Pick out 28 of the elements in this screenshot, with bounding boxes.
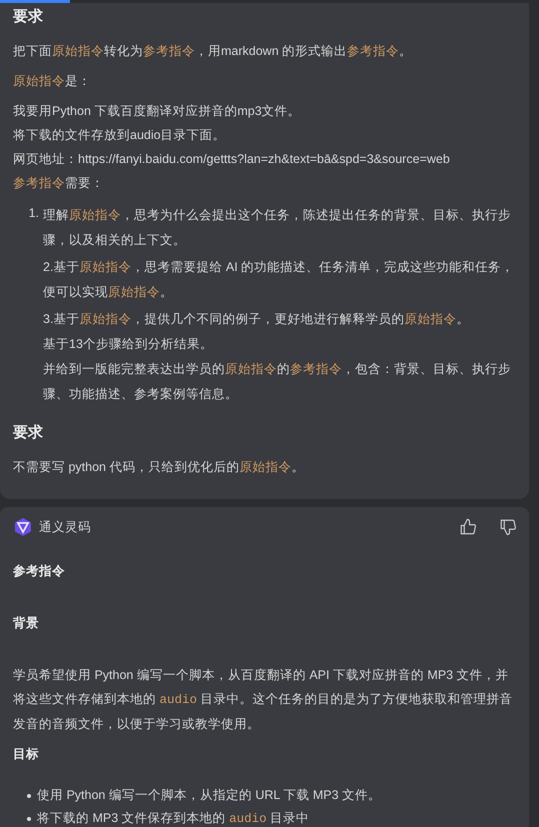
thumbs-up-icon[interactable] bbox=[459, 518, 477, 536]
paragraph: 参考指令需要： bbox=[13, 175, 105, 192]
progress-line bbox=[0, 0, 70, 3]
list-text: 使用 Python 编写一个脚本，从指定的 URL 下载 MP3 文件。 bbox=[37, 787, 381, 804]
list-text: 并给到一版能完整表达出学员的原始指令的参考指令，包含：背景、目标、执行步骤、功能描述、参考案例等信息。 bbox=[43, 361, 512, 403]
section-title: 参考指令 bbox=[13, 563, 66, 580]
assistant-name: 通义灵码 bbox=[39, 518, 91, 536]
bullet-dot bbox=[27, 817, 31, 821]
list-text: 2.基于原始指令，思考需要提给 AI 的功能描述、任务清单，完成这些功能和任务，便可以实现原始指令。 bbox=[43, 259, 516, 301]
text-line: 我要用Python 下载百度翻译对应拼音的mp3文件。 bbox=[13, 103, 302, 120]
text-line: 网页地址：https://fanyi.baidu.com/gettts?lan=zh&text=bā&spd=3&source=web bbox=[13, 151, 451, 168]
list-text: 理解原始指令，思考为什么会提出这个任务，陈述提出任务的背景、目标、执行步骤，以及相关的上下文。 bbox=[43, 207, 512, 249]
paragraph: 学员希望使用 Python 编写一个脚本，从百度翻译的 API 下载对应拼音的 MP3 文件，并将这些文件存储到本地的 audio 目录中。这个任务的目的是为了方便地获取和管理拼音发音的音频文件，以便于学习或教学使用。 bbox=[13, 667, 514, 733]
paragraph: 不需要写 python 代码，只给到优化后的原始指令。 bbox=[13, 459, 306, 476]
section-title: 目标 bbox=[13, 746, 40, 763]
list-text: 基于13个步骤给到分析结果。 bbox=[43, 336, 214, 353]
paragraph: 把下面原始指令转化为参考指令，用markdown 的形式输出 参考指令。 bbox=[13, 43, 414, 60]
bullet-dot bbox=[27, 794, 31, 798]
thumbs-down-icon[interactable] bbox=[499, 518, 517, 536]
section-heading: 要求 bbox=[13, 7, 44, 27]
list-text: 将下载的 MP3 文件保存到本地的 audio 目录中 bbox=[37, 810, 310, 827]
section-heading: 要求 bbox=[13, 423, 44, 443]
paragraph: 原始指令是： bbox=[13, 73, 92, 90]
list-text: 3.基于原始指令，提供几个不同的例子，更好地进行解释学员的原始指令。 bbox=[43, 311, 470, 328]
section-title: 背景 bbox=[13, 615, 40, 632]
list-number: 1. bbox=[28, 205, 39, 222]
text-line: 将下载的文件存放到audio目录下面。 bbox=[13, 127, 227, 144]
logo-icon bbox=[13, 517, 33, 537]
